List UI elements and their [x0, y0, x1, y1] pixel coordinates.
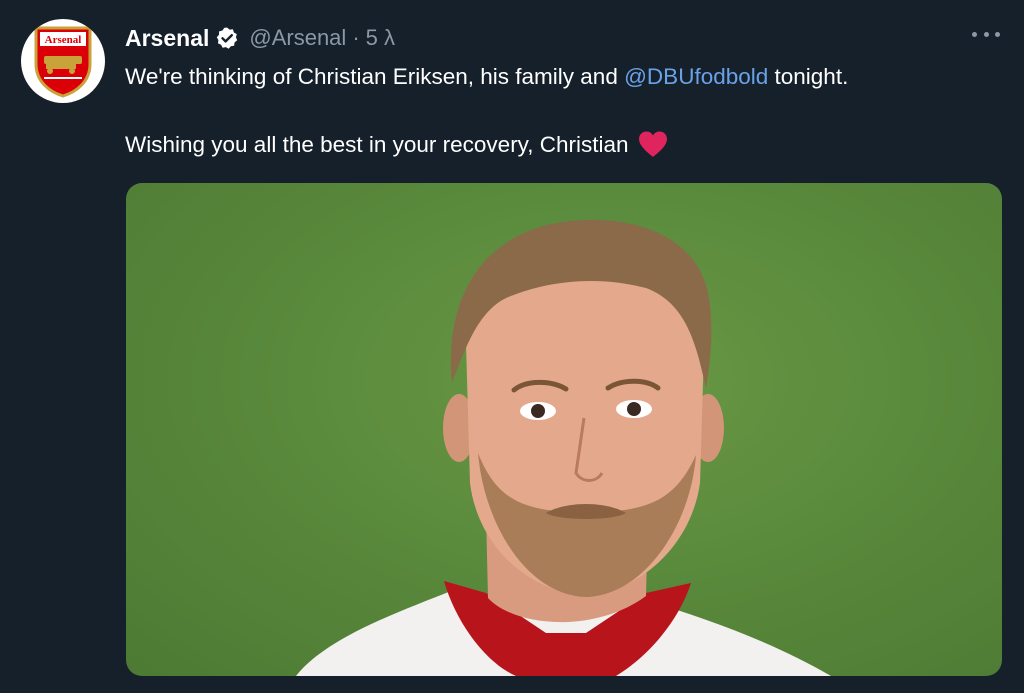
svg-text:Arsenal: Arsenal	[45, 34, 82, 46]
tweet-timestamp[interactable]: 5 λ	[366, 25, 395, 51]
arsenal-crest-logo: Arsenal	[34, 26, 92, 98]
more-options-icon[interactable]	[972, 24, 1000, 44]
user-handle[interactable]: @Arsenal	[249, 25, 346, 51]
dot-icon	[983, 31, 989, 37]
text-segment: We're thinking of Christian Eriksen, his…	[125, 64, 625, 89]
avatar[interactable]: Arsenal	[21, 19, 105, 103]
tweet-photo[interactable]	[126, 183, 1002, 676]
mention-link[interactable]: @DBUfodbold	[624, 64, 768, 89]
display-name[interactable]: Arsenal	[125, 25, 209, 52]
separator-dot: ·	[352, 25, 360, 50]
tweet-text-line-1: We're thinking of Christian Eriksen, his…	[125, 62, 985, 92]
dot-icon	[972, 31, 977, 37]
verified-badge-icon	[215, 26, 239, 50]
dot-icon	[995, 31, 1000, 37]
player-portrait-image	[296, 219, 831, 676]
text-segment: tonight.	[768, 64, 849, 89]
text-segment: Wishing you all the best in your recover…	[125, 132, 629, 157]
tweet-header: Arsenal @Arsenal · 5 λ	[125, 22, 395, 54]
tweet-text-line-2: Wishing you all the best in your recover…	[125, 130, 985, 160]
tweet-text: We're thinking of Christian Eriksen, his…	[125, 62, 985, 160]
red-heart-icon	[637, 130, 669, 158]
tweet-card[interactable]: Arsenal Arsenal @Arsenal · 5 λ We're thi…	[0, 0, 1024, 693]
